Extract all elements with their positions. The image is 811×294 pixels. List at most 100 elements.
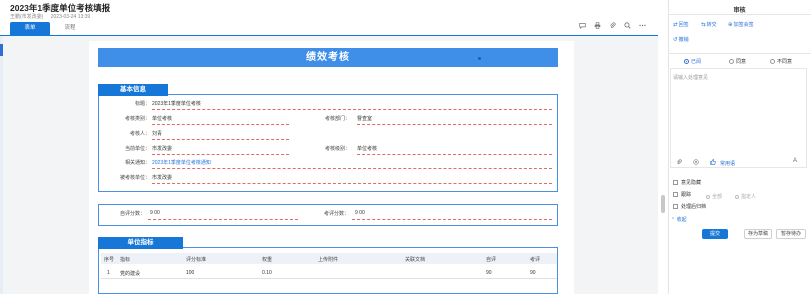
row-self[interactable]: 90 bbox=[486, 270, 492, 276]
created-time: 2023-03-24 13:39 bbox=[50, 14, 91, 20]
current-unit-underline bbox=[152, 154, 289, 155]
transfer-icon: ⇆ bbox=[701, 21, 706, 28]
decision-agree[interactable]: 同意 bbox=[729, 58, 746, 65]
title-underline bbox=[152, 109, 552, 110]
self-score-underline bbox=[148, 219, 298, 220]
transfer-button[interactable]: ⇆ 转交 bbox=[701, 21, 717, 29]
assessed-unit-label: 被考核单位： bbox=[119, 175, 150, 181]
col-review: 考评 bbox=[530, 257, 541, 263]
review-score-underline bbox=[352, 219, 552, 220]
collapse-toggle[interactable]: ⌃ 收起 bbox=[671, 216, 687, 223]
panel-title: 审核 bbox=[733, 8, 746, 14]
attachment-icon[interactable] bbox=[609, 22, 616, 29]
panel-title-divider bbox=[668, 14, 811, 15]
track-designated-label: 指定人 bbox=[741, 194, 757, 200]
common-phrases-link[interactable]: 常用语 bbox=[720, 160, 735, 167]
page-header: 2023年1季度单位考核填报 王鹏(市发改委) 2023-03-24 13:39… bbox=[0, 0, 658, 36]
save-draft-button[interactable]: 存为草稿 bbox=[744, 229, 772, 239]
track-all-radio[interactable]: 全部 bbox=[706, 193, 722, 200]
opinion-placeholder: 请输入处理意见 bbox=[673, 75, 709, 81]
panel-actions-divider bbox=[668, 53, 811, 54]
tab-form[interactable]: 表单 bbox=[10, 22, 50, 35]
mention-icon[interactable] bbox=[693, 159, 699, 167]
col-indicator: 指标 bbox=[120, 257, 131, 263]
comment-icon[interactable] bbox=[579, 22, 586, 30]
title-value[interactable]: 2023年1季度单位考核 bbox=[152, 100, 201, 107]
track-designated-radio[interactable]: 指定人 bbox=[735, 193, 756, 200]
archive-checkbox-icon bbox=[673, 204, 678, 209]
basic-info-section-title: 基本信息 bbox=[98, 84, 168, 96]
notice-label: 相关通知： bbox=[124, 160, 150, 166]
sign-back-label: 回签 bbox=[678, 22, 689, 28]
category-underline bbox=[152, 124, 289, 125]
like-icon[interactable] bbox=[710, 159, 716, 167]
row-weight: 0.10 bbox=[262, 270, 272, 276]
search-icon[interactable] bbox=[624, 22, 631, 29]
track-checkbox[interactable]: 跟踪 bbox=[673, 191, 691, 198]
review-score-value[interactable]: 9 00 bbox=[355, 210, 365, 216]
decision-read[interactable]: 已阅 bbox=[684, 58, 701, 65]
current-unit-value[interactable]: 市发改委 bbox=[152, 145, 172, 152]
col-no: 序号 bbox=[104, 257, 115, 263]
opinion-toolbar: 常用语 bbox=[676, 159, 735, 167]
vertical-scrollbar[interactable] bbox=[661, 195, 665, 213]
assessed-unit-value[interactable]: 市发改委 bbox=[152, 174, 172, 181]
decision-read-label: 已阅 bbox=[691, 59, 702, 65]
attach-icon[interactable] bbox=[676, 159, 682, 167]
revoke-label: 撤销 bbox=[678, 37, 689, 43]
row-indicator: 党的建设 bbox=[120, 271, 141, 277]
department-value[interactable]: 督查室 bbox=[357, 115, 372, 122]
opinion-textarea[interactable] bbox=[670, 68, 807, 168]
hold-button[interactable]: 暂存待办 bbox=[776, 229, 806, 239]
notice-underline bbox=[152, 168, 552, 169]
review-score-label: 考评分数： bbox=[324, 211, 350, 217]
self-score-label: 自评分数： bbox=[120, 211, 146, 217]
memo-checkbox[interactable]: 意见隐藏 bbox=[673, 179, 701, 186]
col-weight: 权重 bbox=[262, 257, 273, 263]
assessor-value[interactable]: 刘青 bbox=[152, 130, 162, 137]
track-checkbox-icon bbox=[673, 192, 678, 197]
level-label: 考核级别： bbox=[324, 146, 350, 152]
radio-read-icon bbox=[684, 59, 689, 64]
banner-marker-icon bbox=[478, 57, 481, 60]
transfer-label: 转交 bbox=[706, 22, 717, 28]
revoke-button[interactable]: ↺ 撤销 bbox=[673, 36, 689, 44]
chevron-up-icon: ⌃ bbox=[671, 217, 676, 223]
sign-back-icon: ⇄ bbox=[673, 21, 678, 28]
decision-disagree-label: 不同意 bbox=[777, 59, 793, 65]
countersign-button[interactable]: ⊕ 加签会签 bbox=[728, 21, 754, 29]
current-unit-label: 当前单位： bbox=[124, 146, 150, 152]
department-label: 考核部门： bbox=[324, 116, 350, 122]
font-icon[interactable]: A bbox=[793, 158, 797, 164]
tab-flow[interactable]: 流程 bbox=[50, 22, 90, 35]
assessor-underline bbox=[152, 139, 289, 140]
col-standard: 评分标准 bbox=[186, 257, 207, 263]
app-root: 2023年1季度单位考核填报 王鹏(市发改委) 2023-03-24 13:39… bbox=[0, 0, 811, 294]
notice-link[interactable]: 2023年1季度单位考核通知 bbox=[152, 159, 211, 166]
creator-name: 王鹏(市发改委) bbox=[10, 14, 44, 20]
archive-checkbox[interactable]: 处理后归档 bbox=[673, 203, 706, 210]
col-self: 自评 bbox=[486, 257, 497, 263]
revoke-icon: ↺ bbox=[673, 36, 678, 43]
category-value[interactable]: 单位考核 bbox=[152, 115, 172, 122]
memo-checkbox-icon bbox=[673, 180, 678, 185]
decision-disagree[interactable]: 不同意 bbox=[770, 58, 792, 65]
sign-back-button[interactable]: ⇄ 回签 bbox=[673, 21, 689, 29]
row-review[interactable]: 90 bbox=[530, 270, 536, 276]
title-label: 标题： bbox=[134, 101, 150, 107]
level-value[interactable]: 单位考核 bbox=[357, 145, 377, 152]
memo-label: 意见隐藏 bbox=[681, 180, 702, 186]
department-underline bbox=[357, 124, 552, 125]
archive-label: 处理后归档 bbox=[681, 204, 707, 210]
category-label: 考核类别： bbox=[124, 116, 150, 122]
assessor-label: 考核人： bbox=[129, 131, 150, 137]
level-underline bbox=[357, 154, 552, 155]
row-standard: 100 bbox=[186, 270, 195, 276]
indicator-section-title: 单位指标 bbox=[98, 237, 183, 249]
self-score-value[interactable]: 9 00 bbox=[150, 210, 160, 216]
print-icon[interactable] bbox=[594, 22, 601, 29]
more-icon[interactable] bbox=[639, 22, 646, 29]
submit-button[interactable]: 提交 bbox=[702, 229, 728, 239]
countersign-icon: ⊕ bbox=[728, 21, 733, 28]
collapse-label: 收起 bbox=[676, 217, 687, 223]
